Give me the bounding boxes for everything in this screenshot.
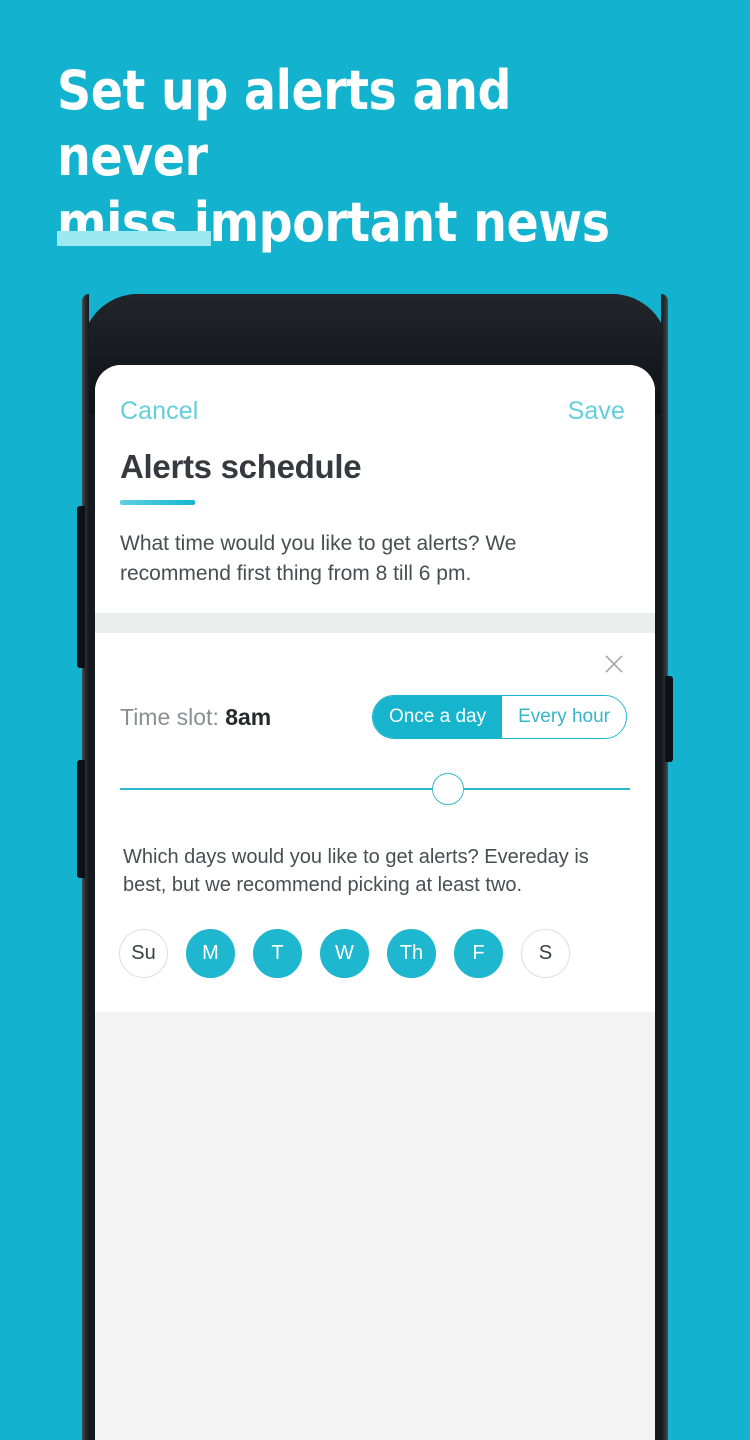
day-toggle-m[interactable]: M xyxy=(186,929,235,978)
title-underline-rule xyxy=(120,500,195,505)
close-row xyxy=(95,633,655,677)
time-slot-label: Time slot: 8am xyxy=(120,704,271,731)
day-toggle-w[interactable]: W xyxy=(320,929,369,978)
slider-track[interactable] xyxy=(120,788,630,790)
day-toggle-f[interactable]: F xyxy=(454,929,503,978)
volume-button[interactable] xyxy=(77,506,85,668)
cancel-button[interactable]: Cancel xyxy=(120,397,198,426)
promo-header: Set up alerts and never miss important n… xyxy=(57,58,697,256)
days-description: Which days would you like to get alerts?… xyxy=(123,846,589,896)
time-slot-card: Time slot: 8am Once a day Every hour Whi… xyxy=(95,633,655,1012)
time-slot-value: 8am xyxy=(225,703,272,730)
promo-accent-rule xyxy=(57,231,211,246)
day-selector: Su M T W Th F S xyxy=(119,929,655,978)
power-button[interactable] xyxy=(665,676,673,762)
segment-once-a-day[interactable]: Once a day xyxy=(372,696,503,738)
slider-thumb[interactable] xyxy=(432,773,464,805)
day-toggle-t[interactable]: T xyxy=(253,929,302,978)
time-slot-row: Time slot: 8am Once a day Every hour xyxy=(95,677,655,739)
time-slot-slider[interactable] xyxy=(120,769,630,809)
page-title: Set up alerts and never miss important n… xyxy=(57,59,610,254)
mute-button[interactable] xyxy=(77,760,85,878)
day-toggle-su[interactable]: Su xyxy=(119,929,168,978)
sheet-nav-bar: Cancel Save xyxy=(95,365,655,426)
screen-empty-area xyxy=(95,1012,655,1432)
phone-screen: Cancel Save Alerts schedule What time wo… xyxy=(95,365,655,1440)
close-icon[interactable] xyxy=(601,651,627,677)
day-toggle-s[interactable]: S xyxy=(521,929,570,978)
frequency-segmented-control[interactable]: Once a day Every hour xyxy=(371,695,627,739)
segment-every-hour[interactable]: Every hour xyxy=(502,696,626,738)
sheet-description: What time would you like to get alerts? … xyxy=(120,532,517,585)
phone-device-frame: Cancel Save Alerts schedule What time wo… xyxy=(77,294,673,1440)
sheet-title-strong: Alerts xyxy=(120,448,212,485)
day-toggle-th[interactable]: Th xyxy=(387,929,436,978)
time-slot-prefix: Time slot: xyxy=(120,703,226,730)
sheet-title: Alerts schedule xyxy=(120,448,655,486)
sheet-title-rest: schedule xyxy=(211,448,362,485)
save-button[interactable]: Save xyxy=(568,397,625,426)
alerts-schedule-header: Cancel Save Alerts schedule What time wo… xyxy=(95,365,655,613)
section-divider xyxy=(95,613,655,633)
phone-right-edge xyxy=(661,294,668,1440)
